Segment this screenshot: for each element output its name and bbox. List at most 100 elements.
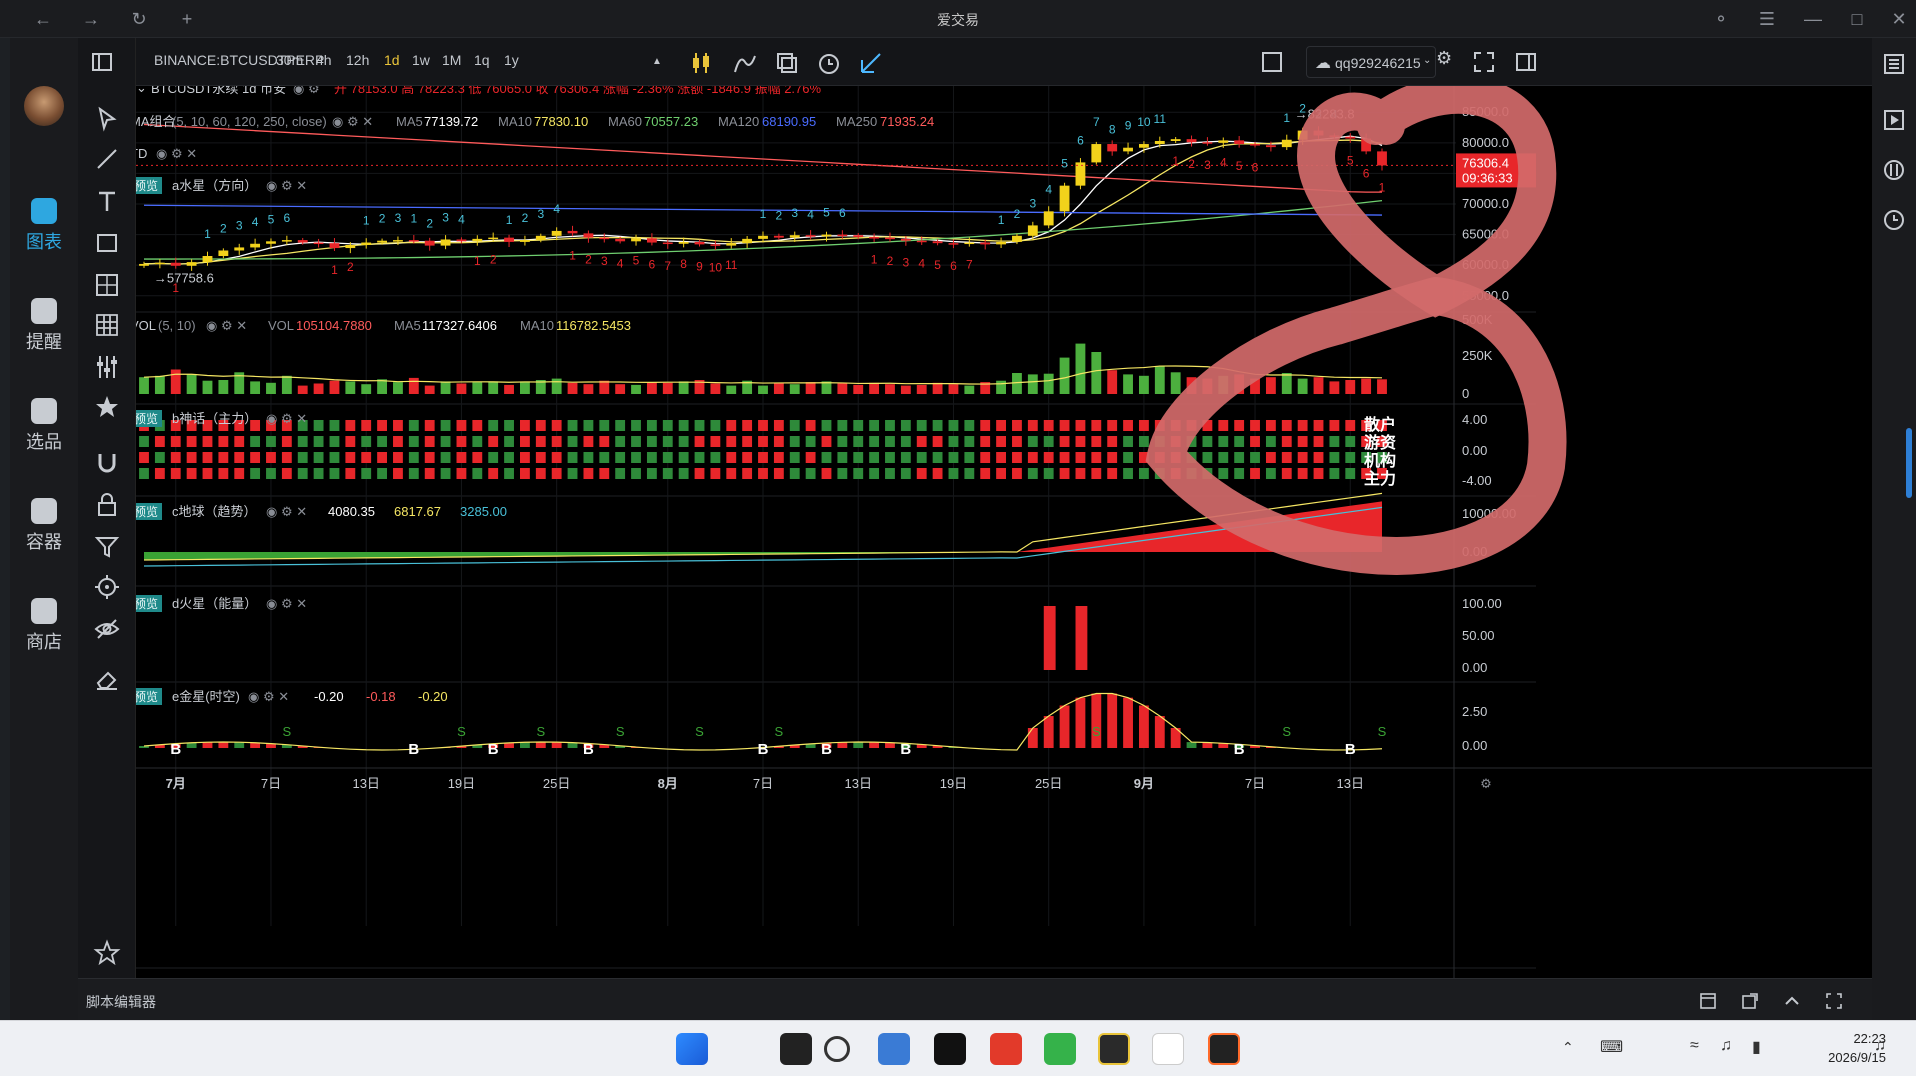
right-panel-toggle-icon[interactable] bbox=[1514, 50, 1538, 74]
candle[interactable] bbox=[1091, 144, 1102, 163]
timeframe-4h[interactable]: 4h bbox=[316, 52, 332, 68]
volume-bar[interactable] bbox=[773, 382, 784, 394]
eye-off-icon[interactable] bbox=[92, 614, 122, 644]
volume-bar[interactable] bbox=[726, 385, 737, 394]
candle[interactable] bbox=[377, 240, 387, 243]
volume-bar[interactable] bbox=[662, 382, 673, 394]
volume-bar[interactable] bbox=[567, 382, 578, 394]
candlestick-type-icon[interactable] bbox=[688, 50, 714, 76]
candle[interactable] bbox=[805, 235, 816, 237]
candle[interactable] bbox=[361, 242, 372, 245]
app-qq-icon[interactable] bbox=[1152, 1033, 1184, 1065]
volume-bar[interactable] bbox=[393, 382, 403, 394]
app-pinwheel-icon[interactable] bbox=[780, 1033, 812, 1065]
text-icon[interactable] bbox=[92, 186, 122, 216]
menu-icon[interactable]: ☰ bbox=[1754, 6, 1780, 32]
candle[interactable] bbox=[1202, 142, 1213, 144]
volume-bar[interactable] bbox=[313, 383, 324, 395]
candle[interactable] bbox=[408, 240, 419, 242]
candle[interactable] bbox=[742, 238, 753, 244]
volume-bar[interactable] bbox=[1012, 373, 1022, 394]
candle[interactable] bbox=[758, 235, 768, 239]
app-chat-icon[interactable] bbox=[878, 1033, 910, 1065]
volume-bar[interactable] bbox=[1377, 379, 1387, 394]
candle[interactable] bbox=[567, 230, 578, 234]
target-icon[interactable] bbox=[92, 572, 122, 602]
volume-bar[interactable] bbox=[456, 383, 467, 395]
candle[interactable] bbox=[1059, 185, 1070, 212]
candle[interactable] bbox=[202, 256, 213, 263]
filter-icon[interactable] bbox=[92, 532, 122, 562]
d-energy-bar[interactable] bbox=[1075, 606, 1088, 670]
candlestick-chart[interactable]: BBBBBBBBBSSSSSSSSS 85000.080000.075000.0… bbox=[130, 75, 1872, 978]
draw-trend-icon[interactable] bbox=[858, 50, 884, 76]
volume-bar[interactable] bbox=[345, 381, 356, 394]
candle[interactable] bbox=[456, 239, 467, 242]
rectangle-icon[interactable] bbox=[92, 228, 122, 258]
candle[interactable] bbox=[266, 241, 276, 244]
script-editor-tab[interactable]: 脚本编辑器 bbox=[86, 992, 156, 1012]
user-account-dropdown[interactable]: ☁ qq929246215 ⌄ bbox=[1306, 46, 1436, 78]
scrollbar[interactable] bbox=[1906, 428, 1912, 498]
candle[interactable] bbox=[313, 242, 324, 245]
app-wps-icon[interactable] bbox=[990, 1033, 1022, 1065]
settings-gear-icon[interactable]: ⚙ bbox=[1436, 48, 1452, 69]
new-tab-icon[interactable]: + bbox=[174, 6, 200, 32]
candle[interactable] bbox=[1377, 151, 1387, 166]
candle[interactable] bbox=[329, 243, 340, 249]
app-browser-icon[interactable] bbox=[1044, 1033, 1076, 1065]
volume-bar[interactable] bbox=[615, 384, 626, 394]
volume-bar[interactable] bbox=[1281, 373, 1292, 394]
candle[interactable] bbox=[980, 242, 991, 245]
tray-volume-icon[interactable]: ♫ bbox=[1720, 1037, 1732, 1055]
volume-bar[interactable] bbox=[1170, 372, 1181, 394]
candle[interactable] bbox=[218, 250, 229, 256]
candle[interactable] bbox=[551, 230, 562, 236]
magnet-icon[interactable] bbox=[92, 448, 122, 478]
layout-icon[interactable] bbox=[774, 50, 800, 76]
nav-item-1[interactable]: 提醒 bbox=[10, 298, 78, 354]
volume-bar[interactable] bbox=[504, 384, 514, 394]
volume-bar[interactable] bbox=[1091, 352, 1102, 394]
reload-icon[interactable]: ↻ bbox=[126, 6, 152, 32]
volume-bar[interactable] bbox=[139, 377, 149, 394]
volume-bar[interactable] bbox=[1059, 357, 1070, 394]
volume-bar[interactable] bbox=[1297, 378, 1308, 394]
volume-bar[interactable] bbox=[297, 385, 308, 394]
volume-bar[interactable] bbox=[1123, 374, 1133, 394]
candle[interactable] bbox=[424, 240, 435, 246]
candle[interactable] bbox=[948, 243, 959, 245]
volume-bar[interactable] bbox=[281, 375, 292, 394]
volume-bar[interactable] bbox=[551, 378, 562, 394]
list-icon[interactable] bbox=[1882, 52, 1906, 76]
candle[interactable] bbox=[900, 238, 911, 241]
d-energy-bar[interactable] bbox=[1043, 606, 1056, 670]
candle[interactable] bbox=[1107, 144, 1118, 152]
candle[interactable] bbox=[1265, 145, 1276, 148]
volume-bar[interactable] bbox=[250, 381, 261, 394]
volume-bar[interactable] bbox=[964, 385, 975, 394]
grid-icon[interactable] bbox=[92, 310, 122, 340]
candle[interactable] bbox=[869, 237, 880, 239]
tray-chevron-up-icon[interactable]: ⌃ bbox=[1562, 1039, 1574, 1056]
candle[interactable] bbox=[1234, 140, 1245, 145]
volume-bar[interactable] bbox=[631, 384, 641, 394]
volume-bar[interactable] bbox=[869, 382, 880, 394]
volume-bar[interactable] bbox=[170, 369, 181, 395]
crosshair-box-icon[interactable] bbox=[92, 270, 122, 300]
windows-start-icon[interactable] bbox=[676, 1033, 708, 1065]
volume-bar[interactable] bbox=[1329, 381, 1340, 394]
volume-bar[interactable] bbox=[805, 382, 816, 394]
tray-battery-icon[interactable]: ▮ bbox=[1752, 1037, 1761, 1057]
volume-bar[interactable] bbox=[1265, 377, 1276, 394]
candle[interactable] bbox=[139, 263, 149, 266]
nav-item-0[interactable]: 图表 bbox=[10, 198, 78, 254]
volume-bar[interactable] bbox=[710, 383, 721, 395]
trendline-icon[interactable] bbox=[92, 144, 122, 174]
volume-bar[interactable] bbox=[646, 382, 657, 394]
candle[interactable] bbox=[345, 244, 356, 249]
candle[interactable] bbox=[1250, 144, 1260, 146]
candle[interactable] bbox=[694, 241, 705, 245]
volume-bar[interactable] bbox=[1107, 370, 1118, 394]
timeframe-dropdown-icon[interactable]: ▲ bbox=[652, 56, 662, 67]
